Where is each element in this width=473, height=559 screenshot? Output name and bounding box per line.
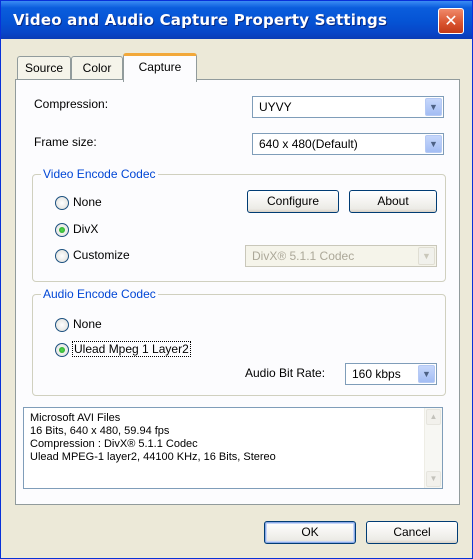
audio-radio-ulead-label: Ulead Mpeg 1 Layer2 (72, 341, 191, 357)
video-radio-divx-label: DivX (73, 222, 99, 236)
tab-capture[interactable]: Capture (123, 53, 197, 82)
frame-size-label: Frame size: (34, 135, 97, 149)
radio-button-icon[interactable] (55, 318, 69, 332)
tab-capture-label: Capture (138, 60, 182, 74)
customize-codec-dropdown[interactable]: DivX® 5.1.1 Codec ▼ (245, 245, 437, 267)
frame-size-value: 640 x 480(Default) (259, 137, 358, 151)
video-codec-group-title: Video Encode Codec (41, 167, 158, 181)
audio-codec-group-title: Audio Encode Codec (41, 287, 158, 301)
info-line: Microsoft AVI Files (30, 412, 121, 424)
compression-dropdown[interactable]: UYVY ▼ (252, 96, 444, 118)
audio-codec-group: Audio Encode Codec None Ulead Mpeg 1 Lay… (32, 287, 446, 396)
chevron-down-icon[interactable]: ▼ (418, 365, 435, 383)
about-button[interactable]: About (349, 190, 437, 213)
video-radio-none-label: None (73, 195, 102, 209)
info-line: Ulead MPEG-1 layer2, 44100 KHz, 16 Bits,… (30, 451, 276, 463)
compression-label: Compression: (34, 97, 109, 111)
tab-source-label: Source (24, 61, 64, 75)
tab-color-label: Color (82, 61, 112, 75)
chevron-down-icon[interactable]: ▼ (425, 135, 442, 153)
audio-bitrate-dropdown[interactable]: 160 kbps ▼ (345, 363, 437, 385)
scroll-up-icon[interactable]: ▲ (426, 409, 441, 425)
cancel-button[interactable]: Cancel (366, 521, 458, 544)
ok-button[interactable]: OK (264, 521, 356, 544)
dialog-window: Video and Audio Capture Property Setting… (0, 0, 473, 559)
video-codec-group: Video Encode Codec None DivX Customize C… (32, 167, 446, 282)
audio-bitrate-label: Audio Bit Rate: (245, 366, 326, 380)
compression-value: UYVY (259, 100, 292, 114)
audio-radio-none-label: None (73, 317, 102, 331)
title-bar[interactable]: Video and Audio Capture Property Setting… (1, 1, 472, 39)
customize-codec-value: DivX® 5.1.1 Codec (252, 249, 355, 263)
tab-color[interactable]: Color (71, 56, 123, 79)
chevron-down-icon: ▼ (418, 247, 435, 265)
capture-info-textbox[interactable]: Microsoft AVI Files 16 Bits, 640 x 480, 5… (23, 407, 443, 489)
scroll-down-icon[interactable]: ▼ (426, 471, 441, 487)
radio-button-icon[interactable] (55, 249, 69, 263)
frame-size-dropdown[interactable]: 640 x 480(Default) ▼ (252, 133, 444, 155)
info-line: 16 Bits, 640 x 480, 59.94 fps (30, 425, 170, 437)
info-line: Compression : DivX® 5.1.1 Codec (30, 438, 198, 450)
audio-bitrate-value: 160 kbps (352, 367, 401, 381)
radio-button-selected-icon[interactable] (55, 343, 69, 357)
window-title: Video and Audio Capture Property Setting… (13, 11, 388, 29)
close-icon[interactable]: ✕ (438, 8, 464, 34)
configure-button[interactable]: Configure (247, 190, 339, 213)
chevron-down-icon[interactable]: ▼ (425, 98, 442, 116)
radio-button-icon[interactable] (55, 196, 69, 210)
radio-button-selected-icon[interactable] (55, 223, 69, 237)
vertical-scrollbar[interactable]: ▲ ▼ (424, 408, 442, 488)
capture-info-text: Microsoft AVI Files 16 Bits, 640 x 480, 5… (30, 412, 276, 464)
tab-source[interactable]: Source (17, 56, 71, 79)
video-radio-customize-label: Customize (73, 248, 130, 262)
